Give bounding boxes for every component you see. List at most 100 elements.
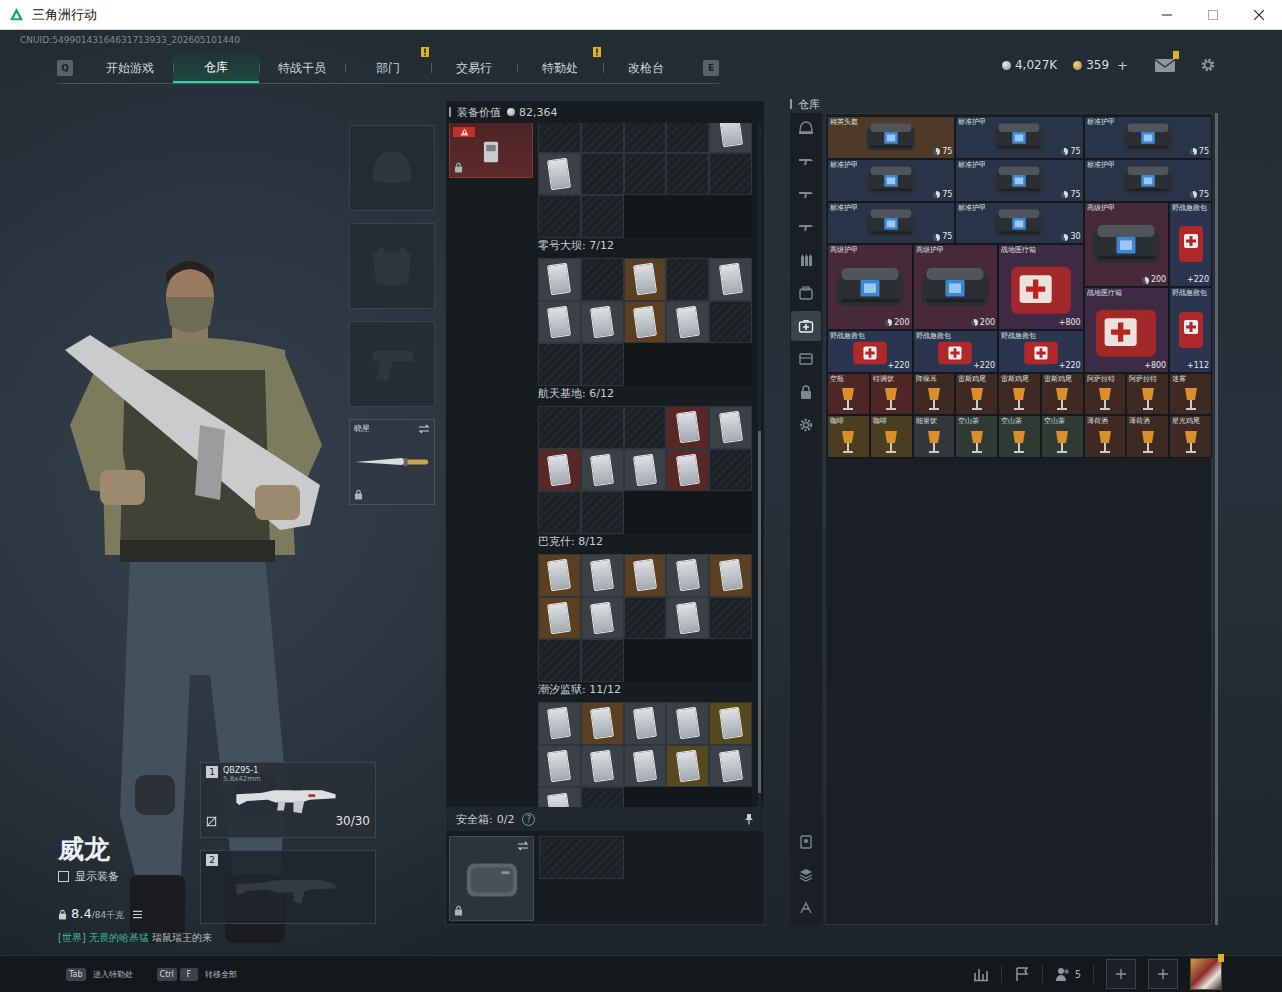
- keycard[interactable]: [547, 263, 571, 295]
- keycard-slot[interactable]: [666, 406, 709, 449]
- keycard-slot[interactable]: [709, 153, 752, 196]
- keycard[interactable]: [676, 306, 700, 338]
- key-hint[interactable]: CtrlF 转移全部: [157, 968, 237, 981]
- warehouse-item[interactable]: 高级护甲 200: [913, 244, 999, 330]
- keycard[interactable]: [590, 750, 614, 782]
- warehouse-tab[interactable]: [791, 410, 821, 440]
- keycard-slot[interactable]: [624, 258, 667, 301]
- party-slot[interactable]: [1148, 959, 1178, 989]
- keycard-slot[interactable]: [581, 787, 624, 807]
- nav-tab[interactable]: 特战干员: [259, 53, 345, 83]
- keycard-slot[interactable]: [538, 787, 581, 807]
- keycard-slot[interactable]: [538, 449, 581, 492]
- keycard[interactable]: [633, 454, 657, 486]
- keycard[interactable]: [547, 707, 571, 739]
- nav-tab[interactable]: 交易行: [431, 53, 517, 83]
- keycard-slot[interactable]: [581, 702, 624, 745]
- maximize-button[interactable]: [1190, 0, 1236, 29]
- keycard-slot[interactable]: [538, 702, 581, 745]
- keycard-slot[interactable]: [624, 153, 667, 196]
- weapon-slot[interactable]: 2: [200, 850, 376, 924]
- warehouse-item[interactable]: 空山茶: [955, 415, 998, 458]
- keycard-slot[interactable]: [666, 702, 709, 745]
- warehouse-tab[interactable]: [791, 344, 821, 374]
- minimize-button[interactable]: [1144, 0, 1190, 29]
- next-tab-key[interactable]: E: [703, 60, 719, 76]
- keycard-slot[interactable]: [709, 554, 752, 597]
- keycard[interactable]: [547, 750, 571, 782]
- keycard-slot[interactable]: [709, 123, 752, 153]
- warehouse-scrollbar[interactable]: [1215, 113, 1218, 925]
- warehouse-item[interactable]: 降噪耳: [913, 373, 956, 416]
- warehouse-item[interactable]: 雷斯鸡尾: [998, 373, 1041, 416]
- keycard-slot[interactable]: [709, 301, 752, 344]
- keycard[interactable]: [719, 707, 743, 739]
- warehouse-item[interactable]: 高级护甲 200: [827, 244, 913, 330]
- keycard-slot[interactable]: [581, 554, 624, 597]
- keycard-slot[interactable]: [538, 123, 581, 153]
- keycard[interactable]: [590, 707, 614, 739]
- warehouse-item[interactable]: 星光鸡尾: [1169, 415, 1212, 458]
- keycard-slot[interactable]: [624, 406, 667, 449]
- show-gear-toggle[interactable]: 显示装备: [58, 868, 200, 884]
- keycard-slot[interactable]: [709, 449, 752, 492]
- keycard[interactable]: [547, 602, 571, 634]
- keycard[interactable]: [676, 707, 700, 739]
- close-button[interactable]: [1236, 0, 1282, 29]
- warehouse-item[interactable]: 战地医疗箱 +800: [998, 244, 1084, 330]
- keycard[interactable]: [590, 602, 614, 634]
- safe-box-slot[interactable]: [449, 836, 534, 921]
- pistol-slot[interactable]: [349, 321, 435, 407]
- warehouse-item[interactable]: 标准护甲 75: [955, 159, 1083, 202]
- keycard-slot[interactable]: [538, 195, 581, 238]
- keycard-slot[interactable]: [538, 639, 581, 682]
- list-icon[interactable]: [132, 910, 143, 919]
- warehouse-item[interactable]: 野战急救包 +220: [1169, 202, 1212, 288]
- keycard-slot[interactable]: [538, 406, 581, 449]
- keycard-slot[interactable]: [581, 258, 624, 301]
- keycard-slot[interactable]: [666, 554, 709, 597]
- add-currency-button[interactable]: +: [1117, 58, 1128, 73]
- warehouse-item[interactable]: 咖啡: [827, 415, 870, 458]
- keycard[interactable]: [719, 123, 743, 148]
- keycard-slot[interactable]: [581, 123, 624, 153]
- warehouse-item[interactable]: 标准护甲 30: [955, 202, 1083, 245]
- warehouse-tab[interactable]: [791, 245, 821, 275]
- scroll-thumb[interactable]: [1215, 113, 1218, 925]
- keycard-slot[interactable]: [624, 702, 667, 745]
- warehouse-item[interactable]: 咖啡: [870, 415, 913, 458]
- keycard[interactable]: [633, 707, 657, 739]
- keycard[interactable]: [590, 559, 614, 591]
- keycard-slot[interactable]: [666, 449, 709, 492]
- mail-button[interactable]: [1154, 57, 1176, 73]
- prev-tab-key[interactable]: Q: [57, 60, 73, 76]
- keycard-slot[interactable]: [709, 258, 752, 301]
- keycard[interactable]: [719, 263, 743, 295]
- warehouse-item[interactable]: 标准护甲 75: [1084, 159, 1212, 202]
- nav-tab[interactable]: 特勤处: [517, 53, 603, 83]
- warehouse-item[interactable]: 薄荷酒: [1084, 415, 1127, 458]
- warehouse-tab[interactable]: [791, 311, 821, 341]
- keycard-slot[interactable]: [624, 597, 667, 640]
- warehouse-item[interactable]: 迷雾: [1169, 373, 1212, 416]
- keycard[interactable]: [719, 411, 743, 443]
- keycard-slot[interactable]: [709, 406, 752, 449]
- keycard[interactable]: [547, 454, 571, 486]
- keycard[interactable]: [633, 750, 657, 782]
- keycard-slot[interactable]: [666, 153, 709, 196]
- helmet-slot[interactable]: [349, 125, 435, 211]
- keycard-slot[interactable]: [624, 301, 667, 344]
- warehouse-tab[interactable]: [791, 212, 821, 242]
- warehouse-item[interactable]: 野战急救包 +220: [998, 330, 1084, 373]
- warehouse-tab[interactable]: [791, 377, 821, 407]
- keycard[interactable]: [590, 454, 614, 486]
- keycard-slot[interactable]: [624, 554, 667, 597]
- warehouse-tool[interactable]: [791, 860, 821, 890]
- warehouse-item[interactable]: 空山茶: [998, 415, 1041, 458]
- keycard[interactable]: [547, 158, 571, 190]
- keycard-slot[interactable]: [538, 301, 581, 344]
- keycard[interactable]: [676, 602, 700, 634]
- keycard-slot[interactable]: [709, 597, 752, 640]
- warehouse-item[interactable]: 能量饮: [913, 415, 956, 458]
- scroll-thumb[interactable]: [758, 431, 761, 794]
